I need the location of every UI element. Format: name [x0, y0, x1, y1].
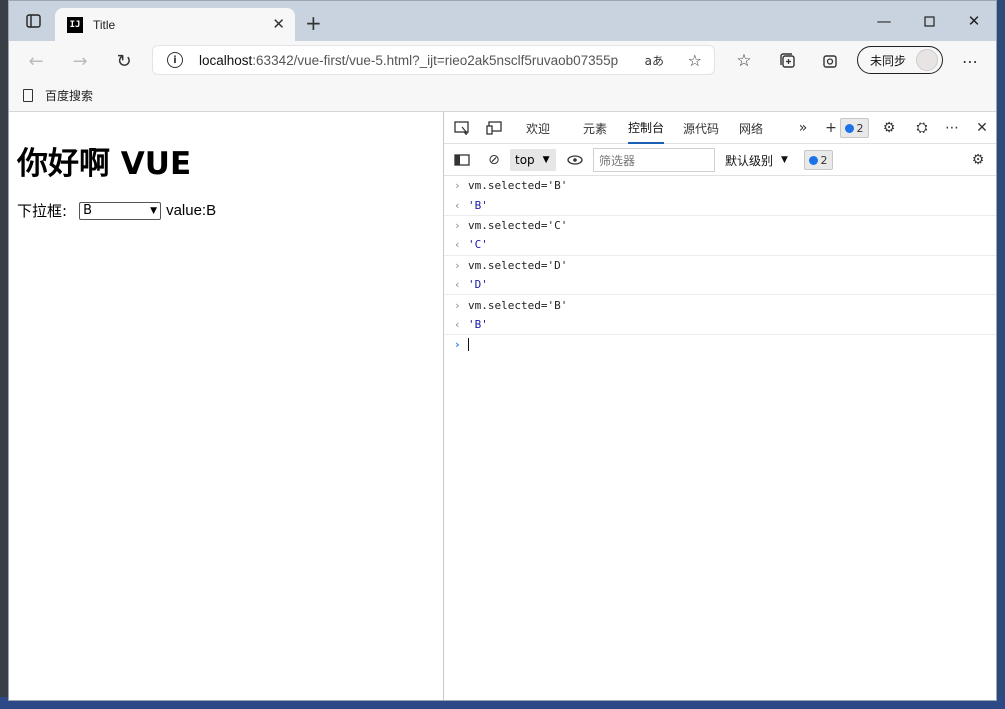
tab-actions-icon[interactable] [21, 1, 45, 41]
output-chevron-icon: ‹ [454, 317, 461, 331]
customize-icon[interactable]: ⛭ [912, 112, 932, 144]
text-cursor [468, 338, 469, 352]
console-line: › vm.selected='B' [454, 179, 568, 193]
sidebar-toggle-icon[interactable] [452, 144, 472, 176]
back-icon[interactable]: ← [23, 41, 49, 81]
chevron-down-icon: ▼ [150, 205, 158, 216]
console-line: › vm.selected='B' [454, 298, 568, 312]
intellij-icon: IJ [67, 16, 83, 33]
new-tab-icon[interactable]: + [305, 11, 322, 35]
tab-title-text: Title [93, 17, 116, 32]
prompt-chevron-icon: › [454, 338, 461, 352]
input-chevron-icon: › [454, 258, 461, 272]
more-options-icon[interactable]: ⋯ [942, 112, 962, 144]
sync-button[interactable]: 未同步 [857, 46, 943, 74]
devtools-panel: 欢迎 元素 控制台 源代码 网络 » + 2 ⚙ ⛭ ⋯ ✕ ⊘ top ▼ 筛… [443, 112, 996, 700]
console-toolbar: ⊘ top ▼ 筛选器 默认级别 ▼ 2 ⚙ [444, 144, 996, 176]
page-title: 你好啊 VUE [17, 146, 192, 182]
desktop-background [0, 0, 8, 709]
favorites-icon[interactable]: ☆ [731, 41, 757, 81]
select-value: B [83, 203, 92, 218]
settings-icon[interactable]: ⚙ [879, 112, 899, 144]
input-chevron-icon: › [454, 298, 461, 312]
favorites-bar: 百度搜索 [9, 81, 996, 112]
device-toolbar-icon[interactable] [484, 112, 504, 144]
issues-badge[interactable]: 2 [836, 112, 872, 144]
page-icon [23, 89, 33, 102]
eye-icon[interactable] [565, 144, 585, 176]
tab-bar: IJ Title ✕ + — ✕ [9, 1, 996, 41]
close-devtools-icon[interactable]: ✕ [972, 112, 992, 144]
sync-label: 未同步 [870, 53, 907, 68]
output-chevron-icon: ‹ [454, 238, 461, 252]
console-prompt[interactable]: › [444, 335, 996, 354]
more-tabs-icon[interactable]: » [794, 112, 812, 144]
tab-network[interactable]: 网络 [739, 112, 763, 144]
maximize-icon[interactable] [914, 1, 944, 41]
chevron-down-icon: ▼ [542, 155, 550, 165]
filter-input[interactable]: 筛选器 [593, 148, 715, 172]
forward-icon[interactable]: → [67, 41, 93, 81]
context-select[interactable]: top ▼ [510, 149, 556, 171]
refresh-icon[interactable]: ↻ [111, 41, 137, 81]
tab-welcome[interactable]: 欢迎 [526, 112, 550, 144]
favorite-label: 百度搜索 [45, 89, 94, 103]
avatar [916, 49, 938, 71]
console-line: ‹ 'B' [444, 315, 996, 336]
page-content: 你好啊 VUE 下拉框: B ▼ value:B [9, 112, 443, 700]
input-chevron-icon: › [454, 179, 461, 193]
tab-sources[interactable]: 源代码 [683, 112, 719, 144]
output-chevron-icon: ‹ [454, 198, 461, 212]
output-chevron-icon: ‹ [454, 278, 461, 292]
console-line: › vm.selected='D' [454, 258, 568, 272]
input-chevron-icon: › [454, 218, 461, 232]
log-level-select[interactable]: 默认级别 ▼ [725, 149, 788, 171]
console-line: ‹ 'D' [444, 275, 996, 296]
favorite-item[interactable]: 百度搜索 [23, 87, 93, 104]
more-icon[interactable]: ⋯ [959, 41, 981, 81]
devtools-tabs: 欢迎 元素 控制台 源代码 网络 » + 2 ⚙ ⛭ ⋯ ✕ [444, 112, 996, 144]
console-output: › vm.selected='B' ‹ 'B' › vm.selected='C' ‹… [444, 176, 996, 355]
info-icon[interactable]: i [167, 52, 183, 68]
add-favorite-icon[interactable]: ☆ [688, 51, 702, 70]
clear-console-icon[interactable]: ⊘ [484, 144, 504, 176]
tab-elements[interactable]: 元素 [583, 112, 607, 144]
browser-window: IJ Title ✕ + — ✕ ← → ↻ i localhost:63342… [8, 0, 997, 701]
collections-icon[interactable] [775, 41, 801, 81]
select-label: 下拉框: [17, 202, 68, 220]
console-line: ‹ 'B' [444, 195, 996, 216]
console-line: › vm.selected='C' [454, 218, 568, 232]
read-aloud-icon[interactable]: aあ [645, 52, 664, 69]
option-select[interactable]: B ▼ [79, 201, 162, 220]
close-tab-icon[interactable]: ✕ [272, 15, 285, 33]
console-settings-icon[interactable]: ⚙ [968, 144, 988, 176]
console-issues-badge[interactable]: 2 [800, 144, 836, 176]
minimize-icon[interactable]: — [869, 1, 899, 41]
address-bar[interactable]: i localhost:63342/vue-first/vue-5.html?_… [152, 45, 715, 75]
issue-icon [808, 155, 818, 165]
tab-console[interactable]: 控制台 [628, 112, 665, 144]
address-toolbar: ← → ↻ i localhost:63342/vue-first/vue-5.… [9, 41, 996, 81]
screenshot-icon[interactable] [817, 41, 843, 81]
console-line: ‹ 'C' [444, 235, 996, 256]
filter-placeholder: 筛选器 [599, 153, 636, 168]
tab-title[interactable]: IJ Title ✕ [55, 8, 295, 41]
inspect-icon[interactable] [452, 112, 472, 144]
issue-icon [844, 123, 854, 133]
value-text: value:B [166, 202, 217, 219]
select-row: 下拉框: B ▼ value:B [17, 200, 216, 221]
url-text: localhost:63342/vue-first/vue-5.html?_ij… [199, 52, 619, 68]
chevron-down-icon: ▼ [781, 155, 788, 165]
close-window-icon[interactable]: ✕ [959, 1, 989, 41]
